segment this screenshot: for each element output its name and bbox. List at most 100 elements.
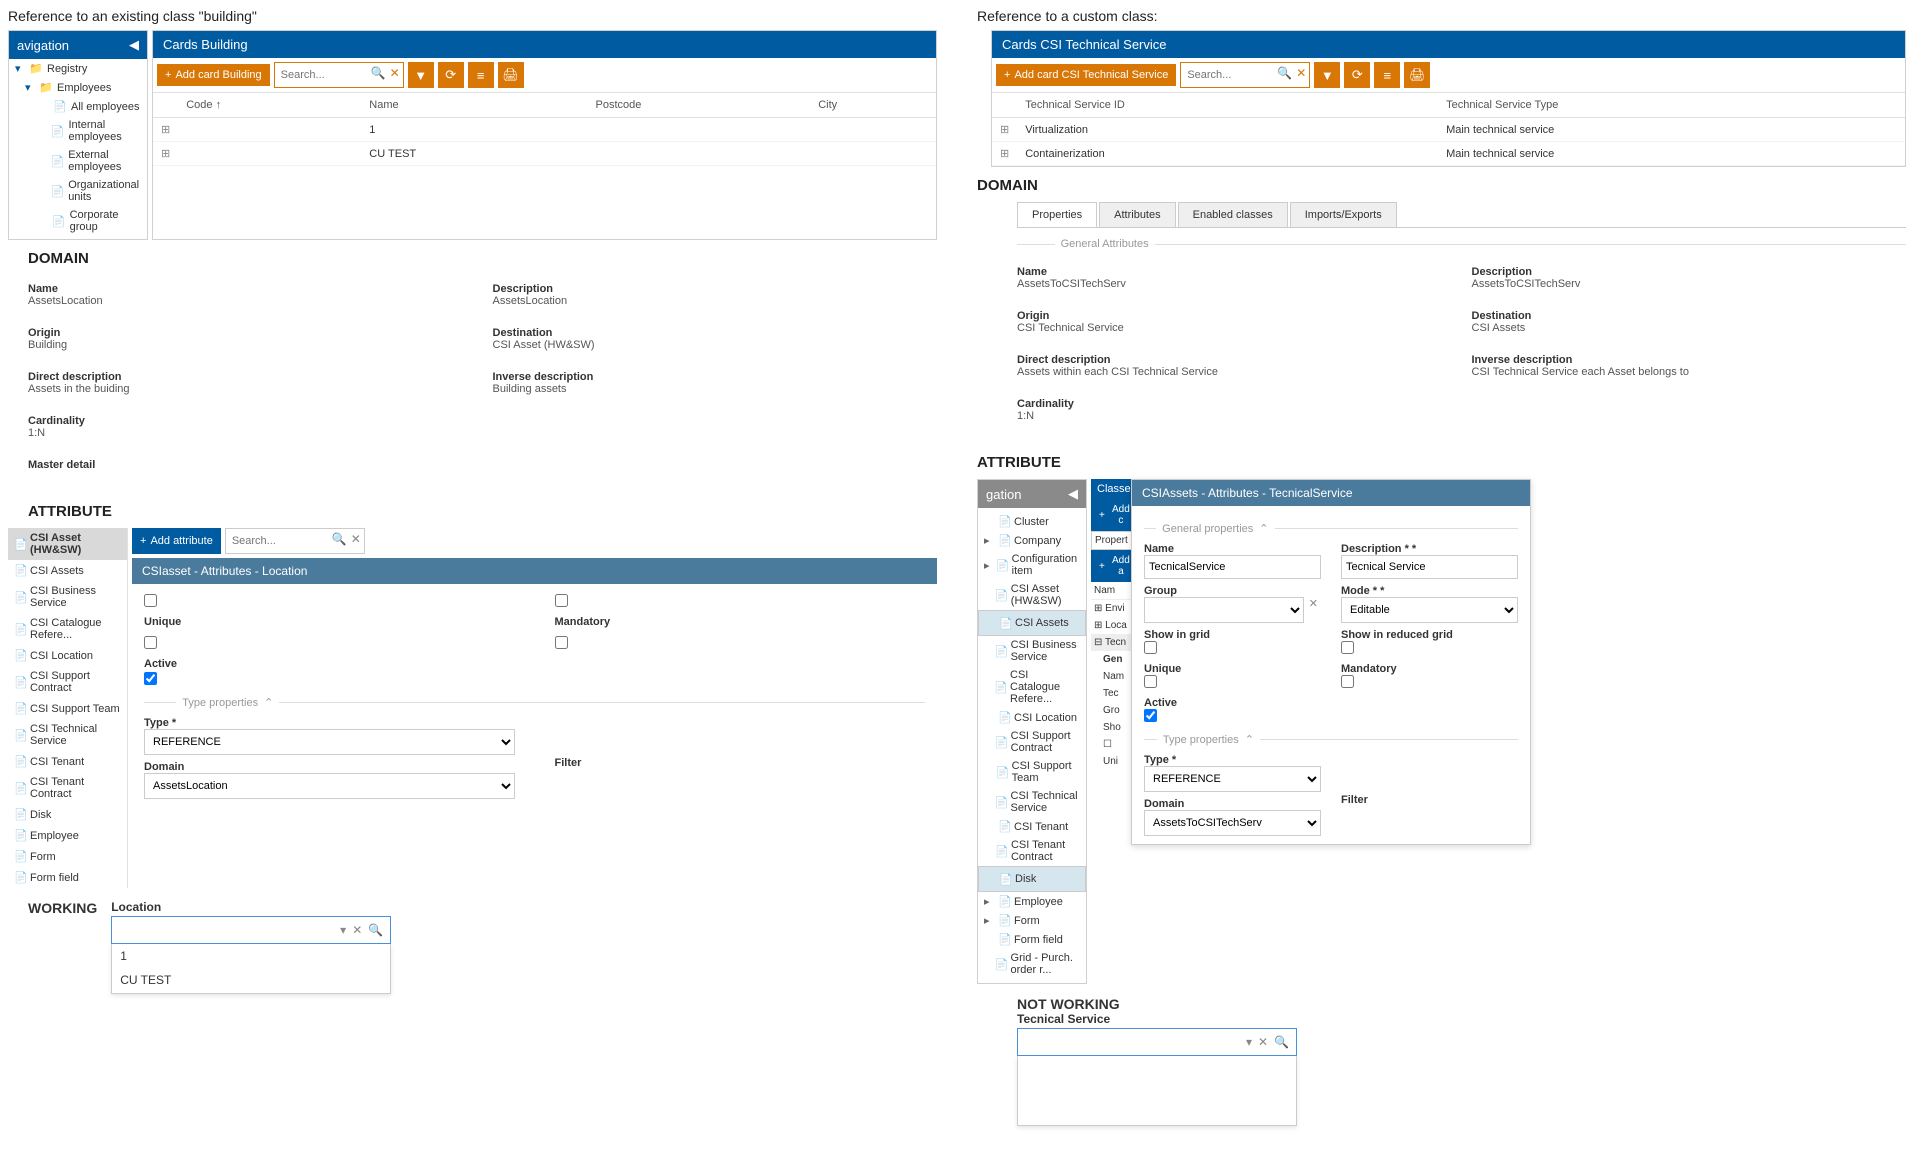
search-icon[interactable]: 🔍 <box>365 923 386 937</box>
type-select[interactable]: REFERENCE <box>1144 766 1321 792</box>
clear-icon[interactable]: ✕ <box>351 532 361 546</box>
class-item[interactable]: 📄CSI Technical Service <box>8 719 127 751</box>
clear-icon[interactable]: ✕ <box>390 66 400 80</box>
name-input[interactable] <box>1144 555 1321 579</box>
location-input-wrap[interactable]: ▾ ✕ 🔍 <box>111 916 391 944</box>
tree-item[interactable]: ▸📄Employee <box>978 892 1086 911</box>
nav-item[interactable]: 📄Internal employees <box>9 116 147 146</box>
class-item[interactable]: 📄CSI Asset (HW&SW) <box>8 528 127 560</box>
show-grid-chk[interactable] <box>1144 641 1157 654</box>
class-item[interactable]: 📄Form field <box>8 867 127 888</box>
chk2[interactable] <box>555 594 568 607</box>
nav-item[interactable]: 📄All employees <box>9 97 147 116</box>
tree-item[interactable]: 📄CSI Business Service <box>978 636 1086 666</box>
clear-icon[interactable]: ✕ <box>349 923 365 937</box>
tree-item[interactable]: 📄CSI Tenant Contract <box>978 836 1086 866</box>
chk1[interactable] <box>144 594 157 607</box>
tecservice-input[interactable] <box>1022 1034 1243 1050</box>
tree-item[interactable]: 📄Cluster <box>978 512 1086 531</box>
tree-item[interactable]: 📄CSI Tenant <box>978 817 1086 836</box>
class-item[interactable]: 📄CSI Support Contract <box>8 666 127 698</box>
tree-item[interactable]: 📄CSI Technical Service <box>978 787 1086 817</box>
filter-icon[interactable]: ▼ <box>1314 62 1340 88</box>
dropdown-option[interactable]: CU TEST <box>112 968 390 992</box>
group-select[interactable] <box>1144 597 1304 623</box>
tab[interactable]: Properties <box>1017 202 1097 227</box>
class-item[interactable]: 📄Disk <box>8 804 127 825</box>
class-item[interactable]: 📄CSI Business Service <box>8 581 127 613</box>
search-icon[interactable]: 🔍 <box>1271 1035 1292 1049</box>
collapse-icon[interactable]: ◀ <box>129 37 139 53</box>
tree-item[interactable]: 📄Grid - Purch. order r... <box>978 949 1086 979</box>
add-card-button[interactable]: +Add card Building <box>157 64 270 86</box>
class-item[interactable]: 📄CSI Assets <box>8 560 127 581</box>
domain-select[interactable]: AssetsToCSITechServ <box>1144 810 1321 836</box>
tree-item[interactable]: 📄CSI Support Team <box>978 757 1086 787</box>
add-card-button[interactable]: +Add card CSI Technical Service <box>996 64 1176 86</box>
print-icon[interactable]: 🖨 <box>1404 62 1430 88</box>
unique-chk[interactable] <box>144 636 157 649</box>
table-row[interactable]: ⊞VirtualizationMain technical service <box>992 118 1905 142</box>
clear-icon[interactable]: ✕ <box>1255 1035 1271 1049</box>
collapse-icon[interactable]: ⌃ <box>1245 733 1254 746</box>
clear-icon[interactable]: ✕ <box>1296 66 1306 80</box>
refresh-icon[interactable]: ⟳ <box>438 62 464 88</box>
class-item[interactable]: 📄CSI Location <box>8 645 127 666</box>
tree-item[interactable]: ▸📄Company <box>978 531 1086 550</box>
tree-item[interactable]: 📄CSI Assets <box>978 610 1086 636</box>
nav-item[interactable]: ▾📁Registry <box>9 59 147 78</box>
refresh-icon[interactable]: ⟳ <box>1344 62 1370 88</box>
filter-icon[interactable]: ▼ <box>408 62 434 88</box>
search-icon[interactable]: 🔍 <box>371 66 386 80</box>
menu-icon[interactable]: ≡ <box>468 62 494 88</box>
type-select[interactable]: REFERENCE <box>144 729 515 755</box>
collapse-icon[interactable]: ⌃ <box>264 696 273 709</box>
tab[interactable]: Imports/Exports <box>1290 202 1397 227</box>
tecservice-input-wrap[interactable]: ▾ ✕ 🔍 <box>1017 1028 1297 1056</box>
tree-item[interactable]: ▸📄Form <box>978 911 1086 930</box>
class-item[interactable]: 📄CSI Tenant Contract <box>8 772 127 804</box>
collapse-icon[interactable]: ◀ <box>1068 486 1078 502</box>
location-input[interactable] <box>116 922 337 938</box>
show-reduced-chk[interactable] <box>1341 641 1354 654</box>
nav-item[interactable]: 📄External employees <box>9 146 147 176</box>
tree-item[interactable]: 📄CSI Support Contract <box>978 727 1086 757</box>
clear-icon[interactable]: ✕ <box>1306 597 1321 623</box>
tree-item[interactable]: 📄CSI Catalogue Refere... <box>978 666 1086 708</box>
table-row[interactable]: ⊞ContainerizationMain technical service <box>992 142 1905 166</box>
menu-icon[interactable]: ≡ <box>1374 62 1400 88</box>
search-icon[interactable]: 🔍 <box>1277 66 1292 80</box>
dropdown-option[interactable]: 1 <box>112 944 390 968</box>
domain-select[interactable]: AssetsLocation <box>144 773 515 799</box>
tab[interactable]: Enabled classes <box>1178 202 1288 227</box>
nav-item[interactable]: 📄Corporate group <box>9 206 147 236</box>
desc-input[interactable] <box>1341 555 1518 579</box>
nav-item[interactable]: ▾📁Employees <box>9 78 147 97</box>
class-item[interactable]: 📄Employee <box>8 825 127 846</box>
nav-item[interactable]: ▾📁Locations <box>9 236 147 239</box>
tree-item[interactable]: 📄CSI Location <box>978 708 1086 727</box>
class-item[interactable]: 📄CSI Tenant <box>8 751 127 772</box>
table-row[interactable]: ⊞1 <box>153 118 936 142</box>
tree-item[interactable]: 📄Form field <box>978 930 1086 949</box>
class-item[interactable]: 📄Form <box>8 846 127 867</box>
mandatory-chk[interactable] <box>555 636 568 649</box>
dropdown-icon[interactable]: ▾ <box>337 923 349 937</box>
table-row[interactable]: ⊞CU TEST <box>153 142 936 166</box>
unique-chk[interactable] <box>1144 675 1157 688</box>
tree-item[interactable]: 📄Disk <box>978 866 1086 892</box>
class-item[interactable]: 📄CSI Support Team <box>8 698 127 719</box>
mode-select[interactable]: Editable <box>1341 597 1518 623</box>
search-icon[interactable]: 🔍 <box>332 532 347 546</box>
tree-item[interactable]: 📄CSI Asset (HW&SW) <box>978 580 1086 610</box>
dropdown-icon[interactable]: ▾ <box>1243 1035 1255 1049</box>
active-chk[interactable] <box>144 672 157 685</box>
tree-item[interactable]: ▸📄Configuration item <box>978 550 1086 580</box>
active-chk[interactable] <box>1144 709 1157 722</box>
print-icon[interactable]: 🖨 <box>498 62 524 88</box>
class-item[interactable]: 📄CSI Catalogue Refere... <box>8 613 127 645</box>
collapse-icon[interactable]: ⌃ <box>1259 522 1268 535</box>
nav-item[interactable]: 📄Organizational units <box>9 176 147 206</box>
mandatory-chk[interactable] <box>1341 675 1354 688</box>
add-attribute-button[interactable]: +Add attribute <box>132 528 221 554</box>
